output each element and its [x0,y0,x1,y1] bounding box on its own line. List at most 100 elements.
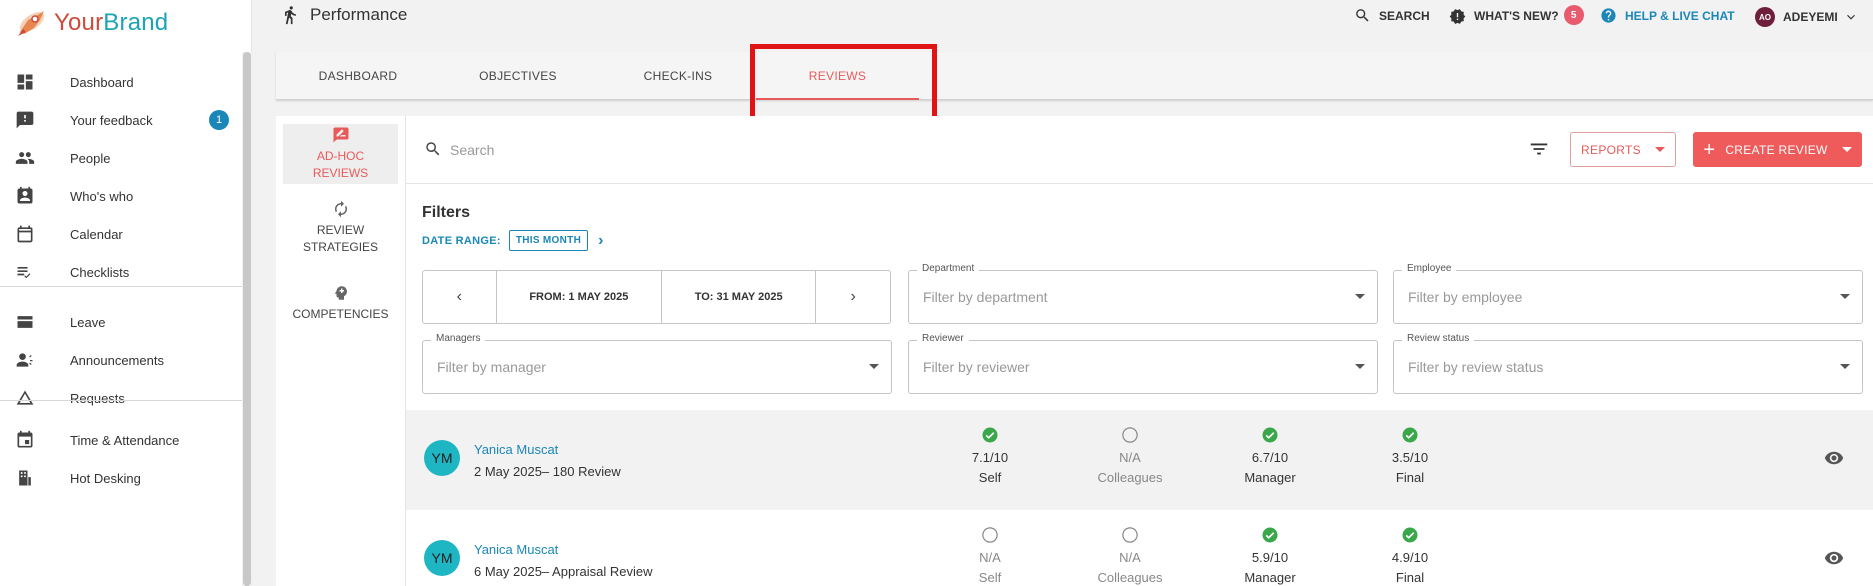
sidebar-item-label: Dashboard [70,74,134,90]
next-period-button[interactable]: › [816,271,890,323]
date-navigator: ‹ FROM: 1 MAY 2025 TO: 31 MAY 2025 › [422,270,891,324]
employee-filter-label: Employee [1402,263,1457,274]
sidebar-item-whos-who[interactable]: Who's who [0,176,242,216]
sidebar-divider [0,400,242,401]
sidebar-item-time-attendance[interactable]: Time & Attendance [0,420,242,460]
rocket-icon [18,11,45,36]
sidebar-item-leave[interactable]: Leave [0,302,242,342]
check-circle-icon [1262,527,1278,543]
user-menu[interactable]: AO ADEYEMI [1755,7,1858,27]
sidebar-item-label: Your feedback [70,112,153,128]
employee-filter[interactable]: Employee Filter by employee [1393,263,1863,324]
stat-final: 3.5/10 Final [1350,426,1470,488]
stat-value: 4.9/10 [1391,550,1429,565]
reviewee-name-link[interactable]: Yanica Muscat [474,542,558,557]
stat-label: Manager [1244,470,1296,485]
previous-period-button[interactable]: ‹ [423,271,497,323]
date-range: DATE RANGE: THIS MONTH › [422,230,604,251]
sidebar-item-label: Calendar [70,226,123,242]
date-to[interactable]: TO: 31 MAY 2025 [662,271,817,323]
subnav-competencies-label: COMPETENCIES [292,307,389,321]
subnav-review-strategies[interactable]: REVIEW STRATEGIES [283,192,398,256]
date-range-chip[interactable]: THIS MONTH [508,230,589,251]
reviews-panel: AD-HOC REVIEWS REVIEW STRATEGIES COMPETE… [276,116,1873,586]
employee-filter-placeholder: Filter by employee [1408,289,1523,305]
feedback-icon [15,110,35,130]
dashboard-icon [15,72,35,92]
date-from[interactable]: FROM: 1 MAY 2025 [497,271,662,323]
tab-check-ins[interactable]: CHECK-INS [596,52,760,100]
reports-button[interactable]: REPORTS [1570,132,1676,167]
review-description: 6 May 2025– Appraisal Review [474,564,653,579]
subnav-strategies-line2: STRATEGIES [302,240,379,254]
filter-list-icon[interactable] [1528,138,1550,160]
header-search-button[interactable]: SEARCH [1354,7,1430,24]
filters-title: Filters [422,204,471,221]
sidebar-item-your-feedback[interactable]: Your feedback 1 [0,100,242,140]
reviews-toolbar: REPORTS + CREATE REVIEW [406,116,1873,184]
reviews-search-input[interactable] [450,138,850,162]
check-circle-icon [982,427,998,443]
tab-dashboard[interactable]: DASHBOARD [276,52,440,100]
brand-logo[interactable]: YourBrand [14,8,168,38]
checklist-icon [15,262,35,282]
review-row[interactable]: YM Yanica Muscat 6 May 2025– Appraisal R… [406,510,1873,586]
sidebar-scrollbar[interactable] [243,52,251,586]
requests-icon [15,388,35,408]
empty-circle-icon [982,527,998,543]
reviewer-filter-label: Reviewer [917,333,969,344]
department-filter[interactable]: Department Filter by department [908,263,1378,324]
sidebar-item-label: Leave [70,314,106,330]
whats-new-button[interactable]: WHAT'S NEW? 5 [1449,5,1584,25]
rate-review-icon [333,127,348,143]
tab-reviews[interactable]: REVIEWS [756,52,919,100]
review-status-filter[interactable]: Review status Filter by review status [1393,333,1863,394]
hot-desk-icon [15,468,35,488]
eye-icon[interactable] [1824,548,1844,568]
managers-filter[interactable]: Managers Filter by manager [422,333,892,394]
subnav-competencies[interactable]: COMPETENCIES [283,276,398,323]
top-header: Performance SEARCH WHAT'S NEW? 5 HELP & … [252,0,1873,30]
caret-down-icon [1840,294,1850,299]
stat-colleagues: N/A Colleagues [1070,526,1190,586]
stat-value: N/A [1119,550,1141,565]
stat-value: 3.5/10 [1391,450,1429,465]
avatar: YM [424,440,460,476]
sidebar-item-announcements[interactable]: Announcements [0,340,242,380]
stat-label: Final [1395,570,1425,585]
stat-label: Manager [1244,570,1296,585]
tab-objectives[interactable]: OBJECTIVES [436,52,600,100]
help-live-chat-label: HELP & LIVE CHAT [1625,8,1735,23]
date-range-label: DATE RANGE: [422,234,501,247]
sidebar: YourBrand Dashboard Your feedback 1 Peop… [0,0,252,586]
running-person-icon [285,6,296,25]
sidebar-item-requests[interactable]: Requests [0,378,242,418]
stat-value: 5.9/10 [1251,550,1289,565]
sidebar-item-dashboard[interactable]: Dashboard [0,62,242,102]
whats-new-label: WHAT'S NEW? [1474,9,1559,23]
review-status-filter-placeholder: Filter by review status [1408,359,1544,375]
avatar: YM [424,540,460,576]
help-icon [1601,8,1616,23]
plus-icon: + [1703,138,1716,161]
chevron-right-icon[interactable]: › [598,232,604,250]
reviewee-name-link[interactable]: Yanica Muscat [474,442,558,457]
empty-circle-icon [1122,427,1138,443]
sidebar-item-label: Requests [70,390,125,406]
sidebar-item-people[interactable]: People [0,138,242,178]
reviewer-filter[interactable]: Reviewer Filter by reviewer [908,333,1378,394]
help-live-chat-button[interactable]: HELP & LIVE CHAT [1600,7,1735,24]
sidebar-item-label: Checklists [70,264,130,280]
eye-icon[interactable] [1824,448,1844,468]
page-title-text: Performance [310,5,408,24]
check-circle-icon [1402,527,1418,543]
caret-down-icon [1355,294,1365,299]
page-title: Performance [280,5,407,25]
stat-label: Self [978,470,1002,485]
create-review-button[interactable]: + CREATE REVIEW [1693,132,1862,167]
review-row[interactable]: YM Yanica Muscat 2 May 2025– 180 Review … [406,410,1873,510]
subnav-adhoc-reviews[interactable]: AD-HOC REVIEWS [283,124,398,184]
sidebar-item-calendar[interactable]: Calendar [0,214,242,254]
sidebar-item-hot-desking[interactable]: Hot Desking [0,458,242,498]
subnav-adhoc-line2: REVIEWS [312,166,369,180]
